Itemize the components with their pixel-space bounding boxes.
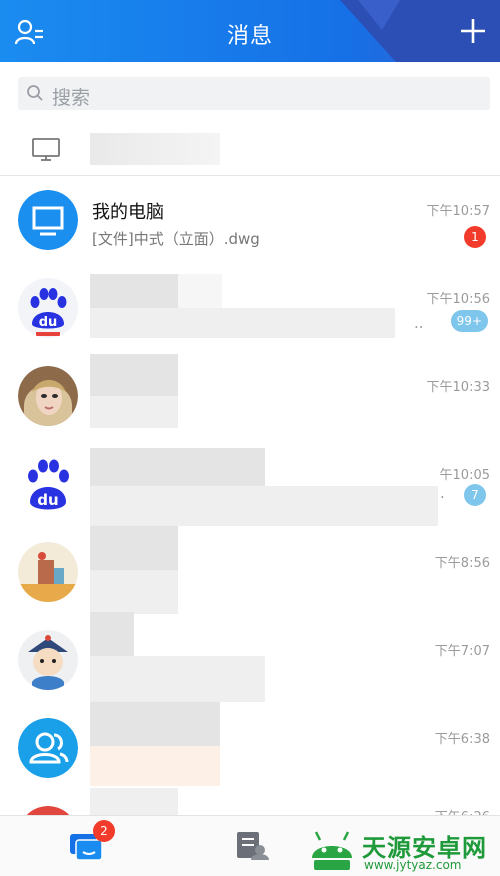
woman-photo-avatar [18, 366, 78, 426]
watermark-url: www.jytyaz.com [364, 858, 462, 872]
blurred-preview [90, 570, 178, 614]
chat-time: 下午7:07 [434, 644, 490, 659]
search-placeholder: 搜索 [52, 87, 91, 109]
blurred-name [90, 274, 178, 308]
group-avatar [18, 718, 78, 778]
chat-preview: [文件]中式（立面）.dwg [92, 230, 260, 248]
blurred-preview [90, 746, 220, 786]
search-icon [26, 84, 44, 102]
device-row[interactable] [0, 118, 500, 176]
chat-time: 下午10:57 [426, 204, 490, 219]
blurred-preview [90, 656, 265, 702]
chat-item[interactable]: 下午8:56 [0, 526, 500, 618]
baidu-avatar: du [18, 278, 78, 338]
chat-time: 午10:05 [439, 468, 490, 483]
chat-time: 下午10:56 [426, 292, 490, 307]
page-title: 消息 [226, 24, 273, 49]
svg-text:du: du [37, 491, 58, 509]
chat-preview: .. [414, 314, 424, 332]
blurred-preview [90, 308, 395, 338]
plus-icon[interactable] [458, 16, 488, 46]
monitor-icon [32, 138, 60, 162]
search-input[interactable]: 搜索 [18, 77, 490, 110]
unread-badge: 1 [464, 226, 486, 248]
my-computer-avatar [18, 190, 78, 250]
illustration-avatar [18, 542, 78, 602]
chat-time: 下午6:38 [434, 732, 490, 747]
chat-item[interactable]: 下午10:33 [0, 354, 500, 442]
chat-item[interactable]: du . 午10:05 7 [0, 442, 500, 530]
chat-item[interactable]: du .. 下午10:56 99+ [0, 266, 500, 354]
svg-text:du: du [39, 315, 58, 330]
baidu-avatar: du [18, 454, 78, 514]
watermark-logo-icon [308, 828, 356, 872]
chat-item[interactable]: 下午6:38 [0, 702, 500, 794]
blurred-preview [90, 486, 438, 526]
messages-badge: 2 [93, 820, 115, 842]
contacts-feed-icon[interactable] [233, 828, 273, 864]
blurred-name [90, 448, 265, 486]
blurred-name [90, 354, 178, 396]
blurred-name [90, 612, 134, 656]
unread-badge: 99+ [450, 310, 488, 332]
chat-time: 下午10:33 [426, 380, 490, 395]
unread-badge: 7 [464, 484, 486, 506]
blurred-text [90, 133, 220, 165]
chat-time: 下午8:56 [434, 556, 490, 571]
watermark: 天源安卓网 www.jytyaz.com [306, 824, 500, 876]
chat-preview: . [440, 484, 445, 502]
cartoon-avatar [18, 630, 78, 690]
blurred-name [178, 274, 222, 308]
chat-name: 我的电脑 [92, 202, 164, 223]
blurred-name [90, 526, 178, 570]
chat-item[interactable]: 我的电脑 [文件]中式（立面）.dwg 下午10:57 1 [0, 178, 500, 266]
blurred-name [90, 788, 178, 818]
blurred-name [90, 702, 220, 746]
header-bar: 消息 [0, 0, 500, 62]
chat-item[interactable]: 下午7:07 [0, 612, 500, 706]
blurred-preview [90, 396, 178, 428]
